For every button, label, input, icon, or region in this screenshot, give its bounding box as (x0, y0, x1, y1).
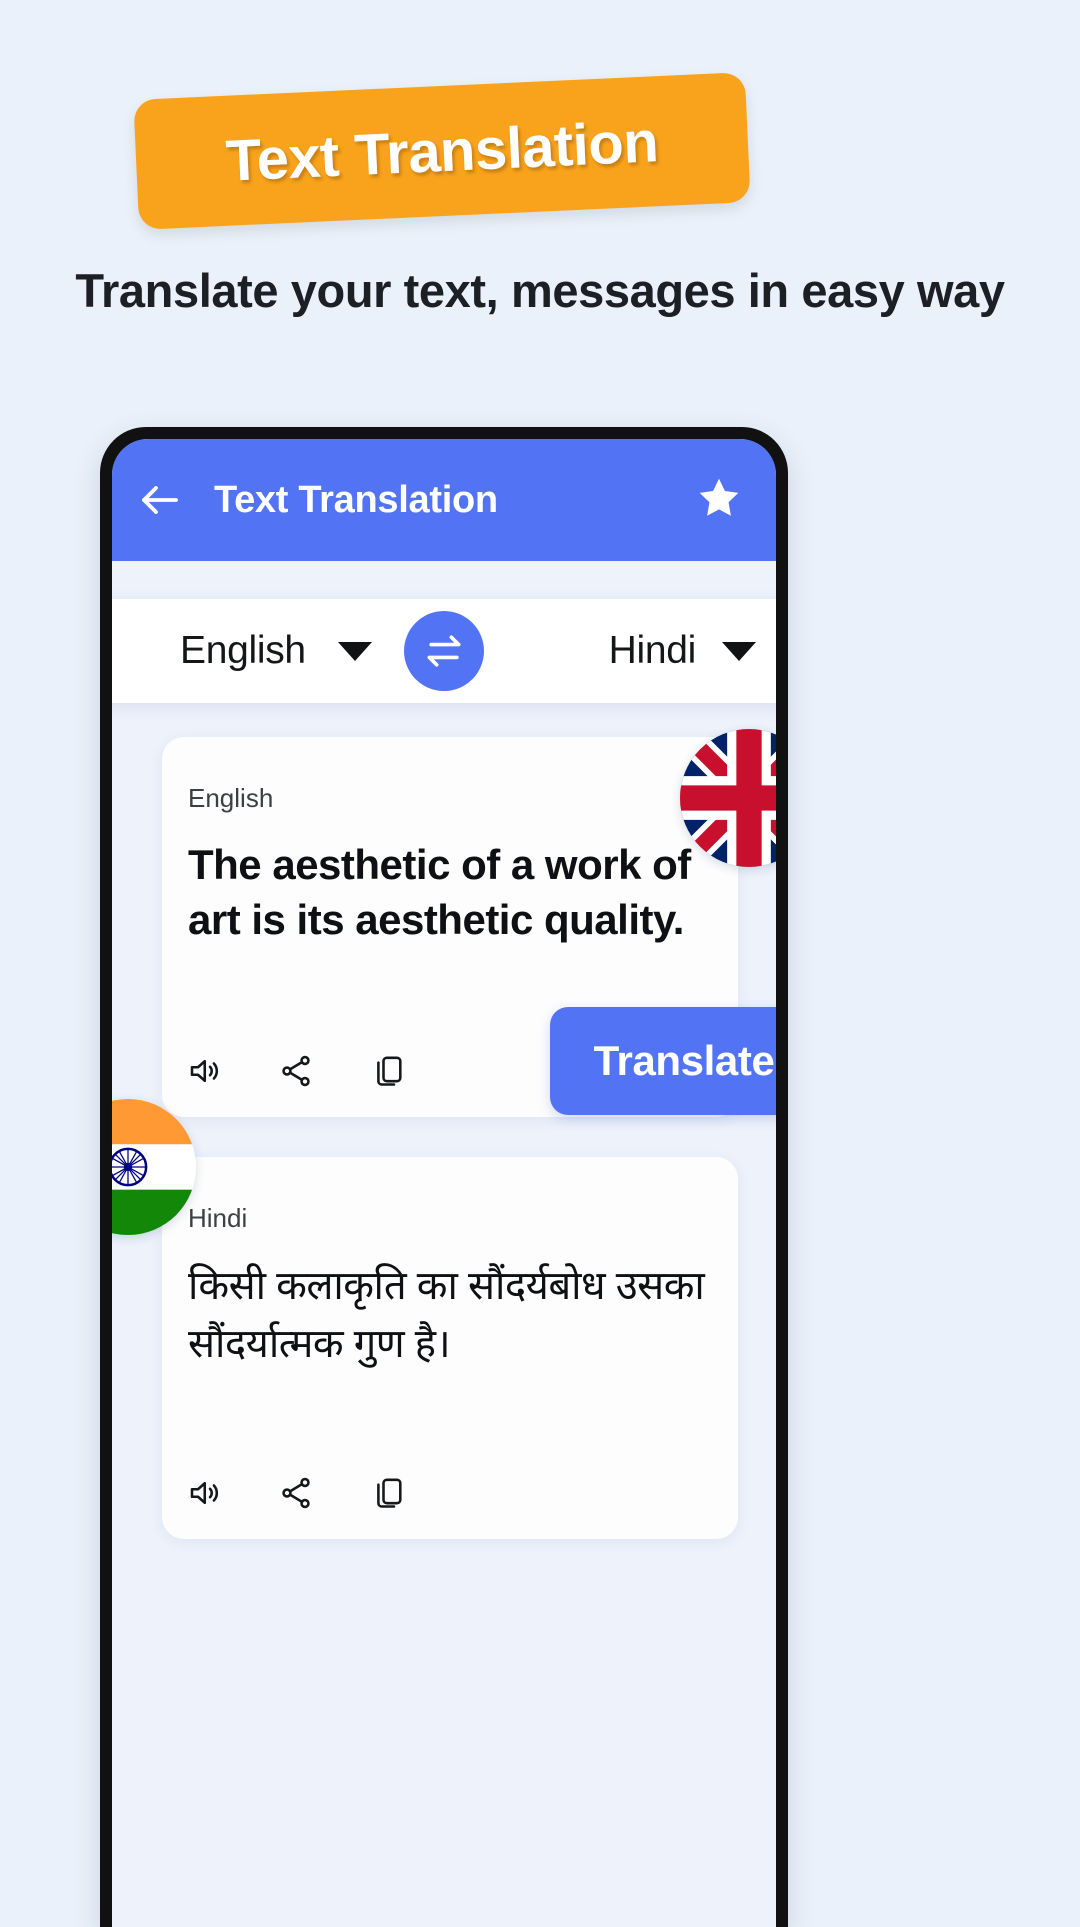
target-text: किसी कलाकृति का सौंदर्यबोध उसका सौंदर्या… (188, 1264, 705, 1366)
promo-banner: Text Translation (133, 72, 751, 230)
source-language-select[interactable]: English (180, 629, 372, 673)
copy-icon[interactable] (368, 1473, 408, 1513)
back-arrow-icon[interactable] (134, 474, 186, 526)
swap-languages-button[interactable] (404, 611, 484, 691)
promo-subtitle: Translate your text, messages in easy wa… (75, 264, 1005, 317)
target-card-actions (184, 1473, 408, 1513)
share-icon[interactable] (276, 1473, 316, 1513)
star-icon[interactable] (696, 475, 742, 526)
source-text[interactable]: The aesthetic of a work of art is its ae… (188, 837, 712, 948)
target-text-card: Hindi किसी कलाकृति का सौंदर्यबोध उसका सौ… (162, 1157, 738, 1539)
speaker-icon[interactable] (184, 1473, 224, 1513)
target-language-label: Hindi (608, 629, 697, 672)
app-bar-title: Text Translation (214, 478, 498, 521)
translate-button[interactable]: Translate (550, 1007, 776, 1115)
share-icon[interactable] (276, 1051, 316, 1091)
chevron-down-icon (337, 641, 372, 661)
app-bar: Text Translation (112, 439, 776, 561)
phone-frame: Text Translation English Hindi English T… (100, 427, 788, 1927)
chevron-down-icon (722, 641, 756, 661)
target-language-select[interactable]: Hindi (609, 629, 756, 673)
source-language-label: English (180, 629, 306, 672)
swap-horizontal-icon (427, 635, 461, 667)
phone-screen: Text Translation English Hindi English T… (112, 439, 776, 1927)
target-card-language-label: Hindi (188, 1203, 248, 1233)
source-card-actions (184, 1051, 408, 1091)
speaker-icon[interactable] (184, 1051, 224, 1091)
promo-banner-title: Text Translation (224, 108, 660, 194)
copy-icon[interactable] (368, 1051, 408, 1091)
language-selector-bar: English Hindi (112, 599, 776, 703)
source-card-language-label: English (188, 783, 274, 813)
